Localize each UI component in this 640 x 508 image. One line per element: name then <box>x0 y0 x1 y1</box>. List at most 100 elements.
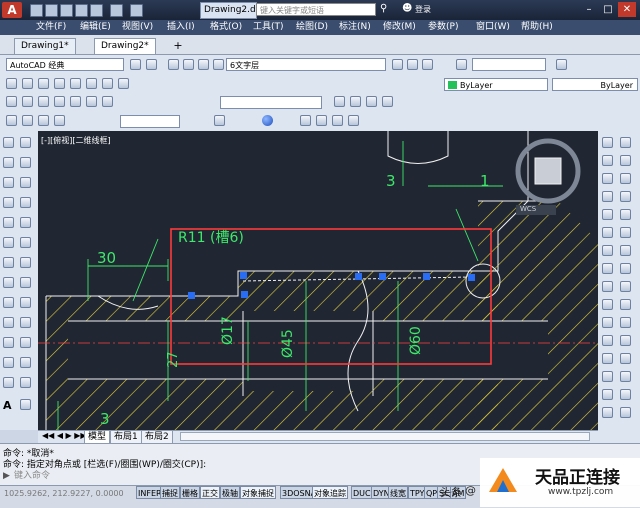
status-polar[interactable]: 极轴 <box>220 486 240 499</box>
polygon-icon[interactable] <box>20 157 31 168</box>
pan-icon[interactable] <box>602 353 613 364</box>
osnap-quadrant-icon[interactable] <box>602 173 613 184</box>
menu-modify[interactable]: 修改(M) <box>383 20 416 35</box>
array-icon[interactable] <box>20 337 31 348</box>
loft-icon[interactable] <box>86 96 97 107</box>
box-icon[interactable] <box>6 78 17 89</box>
viewport-controls[interactable]: [-][俯视][二维线框] <box>41 135 111 146</box>
line-icon[interactable] <box>3 137 14 148</box>
status-lineweight[interactable]: 线宽 <box>388 486 408 499</box>
properties-icon[interactable] <box>602 407 613 418</box>
osnap-center-icon[interactable] <box>620 155 631 166</box>
wedge-icon[interactable] <box>70 78 81 89</box>
horizontal-scrollbar[interactable] <box>180 432 590 441</box>
dim-angular-icon[interactable] <box>602 245 613 256</box>
mirror3d-icon[interactable] <box>382 96 393 107</box>
visual-style-select[interactable] <box>120 115 180 128</box>
extrude-icon[interactable] <box>118 78 129 89</box>
workspace-select[interactable]: AutoCAD 经典 <box>6 58 124 71</box>
status-ortho[interactable]: 正交 <box>200 486 220 499</box>
dim-arc-icon[interactable] <box>620 245 631 256</box>
erase-icon[interactable] <box>20 297 31 308</box>
tab-scroll-arrows[interactable]: ◀◀ ◀ ▶ ▶▶ <box>42 431 87 440</box>
osnap-parallel-icon[interactable] <box>620 191 631 202</box>
area-icon[interactable] <box>620 389 631 400</box>
dim-style-icon[interactable] <box>556 59 567 70</box>
menu-format[interactable]: 格式(O) <box>210 20 242 35</box>
align-icon[interactable] <box>366 96 377 107</box>
osnap-nearest-icon[interactable] <box>602 227 613 238</box>
center-mark-icon[interactable] <box>620 299 631 310</box>
material-icon[interactable] <box>262 115 273 126</box>
save-icon[interactable] <box>60 4 73 17</box>
login-link[interactable]: 登录 <box>415 4 431 15</box>
slice-icon[interactable] <box>102 96 113 107</box>
tab-drawing2[interactable]: Drawing2* <box>94 38 156 54</box>
redo-icon[interactable] <box>130 4 143 17</box>
xline-icon[interactable] <box>20 137 31 148</box>
status-osnap[interactable]: 对象捕捉 <box>240 486 276 499</box>
osnap-none-icon[interactable] <box>620 227 631 238</box>
spline-icon[interactable] <box>3 217 14 228</box>
arc-icon[interactable] <box>20 177 31 188</box>
cylinder-icon[interactable] <box>38 78 49 89</box>
menu-insert[interactable]: 插入(I) <box>167 20 195 35</box>
polyline-icon[interactable] <box>3 157 14 168</box>
ucs-icon[interactable] <box>602 371 613 382</box>
close-button[interactable]: ✕ <box>618 2 636 17</box>
hatch-icon[interactable] <box>20 257 31 268</box>
wireframe-icon[interactable] <box>22 115 33 126</box>
maximize-button[interactable]: □ <box>599 2 617 17</box>
ellipse-icon[interactable] <box>20 217 31 228</box>
menu-dimension[interactable]: 标注(N) <box>339 20 371 35</box>
dim-diameter-icon[interactable] <box>348 115 359 126</box>
region-icon[interactable] <box>20 277 31 288</box>
revcloud-icon[interactable] <box>20 197 31 208</box>
minimize-button[interactable]: – <box>580 2 598 17</box>
rotate-icon[interactable] <box>350 96 361 107</box>
menu-view[interactable]: 视图(V) <box>122 20 153 35</box>
menu-tools[interactable]: 工具(T) <box>253 20 284 35</box>
menu-help[interactable]: 帮助(H) <box>521 20 553 35</box>
zoom-extents-icon[interactable] <box>620 335 631 346</box>
scale-icon[interactable] <box>3 357 14 368</box>
print-icon[interactable] <box>90 4 103 17</box>
layer-properties-icon[interactable] <box>168 59 179 70</box>
insert-block-icon[interactable] <box>3 237 14 248</box>
osnap-midpoint-icon[interactable] <box>620 137 631 148</box>
menu-edit[interactable]: 编辑(E) <box>80 20 111 35</box>
bulb-icon[interactable] <box>183 59 194 70</box>
make-current-icon[interactable] <box>392 59 403 70</box>
hidden-icon[interactable] <box>38 115 49 126</box>
command-input[interactable]: 键入命令 <box>14 470 434 483</box>
layer-previous-icon[interactable] <box>407 59 418 70</box>
solid-intersect-icon[interactable] <box>38 96 49 107</box>
point-icon[interactable] <box>3 257 14 268</box>
viewcube[interactable] <box>515 138 581 204</box>
mirror-icon[interactable] <box>20 317 31 328</box>
text-tool-icon[interactable]: A <box>3 399 12 412</box>
status-grid[interactable]: 栅格 <box>180 486 200 499</box>
extend-icon[interactable] <box>20 377 31 388</box>
make-block-icon[interactable] <box>20 237 31 248</box>
dim-update-icon[interactable] <box>620 317 631 328</box>
visual-style-icon[interactable] <box>6 115 17 126</box>
rectangle-icon[interactable] <box>3 177 14 188</box>
new-tab-icon[interactable]: + <box>170 38 186 53</box>
dim-ordinate-icon[interactable] <box>602 263 613 274</box>
status-snap[interactable]: 捕捉 <box>160 486 180 499</box>
ucs-world-icon[interactable] <box>620 371 631 382</box>
realistic-icon[interactable] <box>54 115 65 126</box>
leader-icon[interactable] <box>620 281 631 292</box>
move-icon[interactable] <box>334 96 345 107</box>
revolve-icon[interactable] <box>70 96 81 107</box>
tab-layout1[interactable]: 布局1 <box>110 430 142 444</box>
copy-icon[interactable] <box>3 317 14 328</box>
torus-icon[interactable] <box>86 78 97 89</box>
render-icon[interactable] <box>214 115 225 126</box>
cone-icon[interactable] <box>54 78 65 89</box>
undo-icon[interactable] <box>110 4 123 17</box>
view-select[interactable] <box>220 96 322 109</box>
open-file-icon[interactable] <box>45 4 58 17</box>
hatched-part[interactable] <box>46 201 598 430</box>
